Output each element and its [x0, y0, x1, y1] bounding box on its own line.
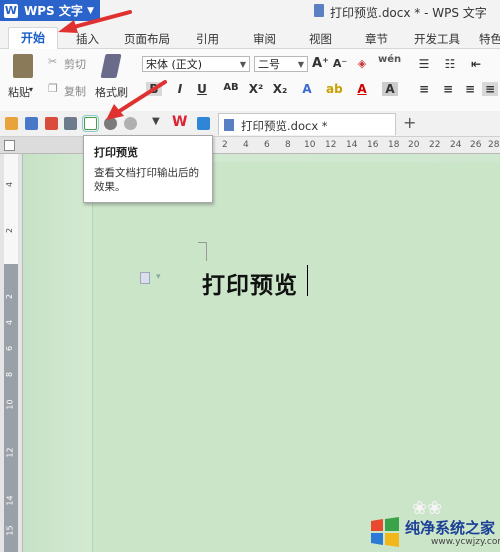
- watermark-url: www.ycwjzy.com: [431, 537, 500, 547]
- windows-logo-icon: [371, 517, 399, 547]
- watermark-text: 纯净系统之家: [405, 519, 496, 537]
- arrow-to-print-preview: [116, 80, 167, 114]
- annotation-arrows: [58, 10, 167, 120]
- watermark: 纯净系统之家 www.ycwjzy.com: [369, 511, 500, 552]
- arrow-to-home-tab: [68, 10, 132, 30]
- arrow-head: [58, 20, 78, 33]
